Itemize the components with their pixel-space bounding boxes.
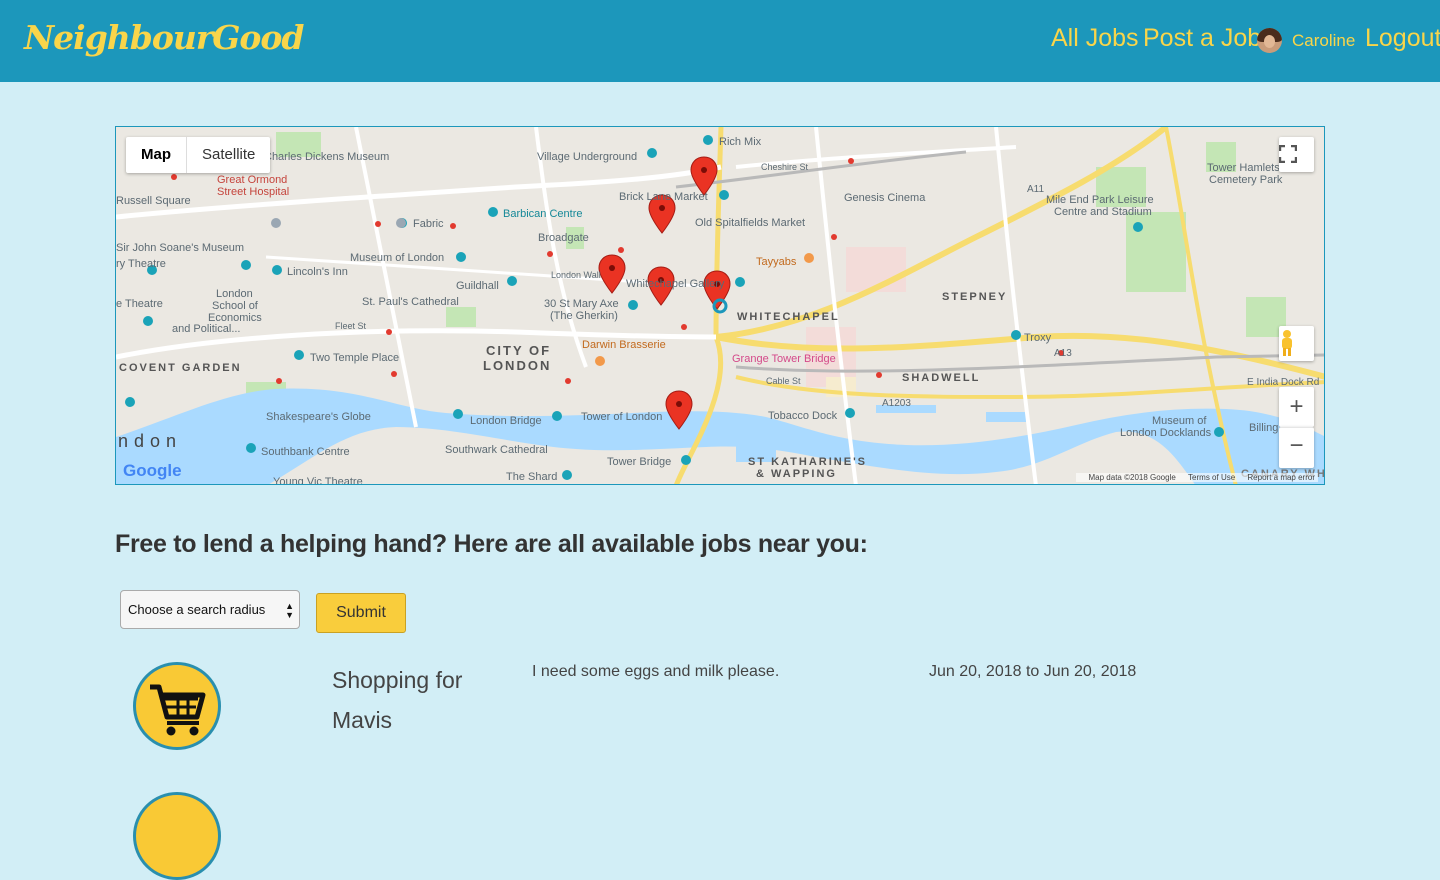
- fullscreen-icon: [1279, 145, 1297, 163]
- map-label: WHITECHAPEL: [737, 311, 840, 323]
- brand-logo[interactable]: NeighbourGood: [24, 18, 305, 57]
- map-label: Billing: [1249, 422, 1278, 434]
- map-label: Cemetery Park: [1209, 174, 1283, 186]
- map-label: and Political...: [172, 323, 240, 335]
- nav-post-job[interactable]: Post a Job: [1143, 24, 1261, 53]
- map-label: Lincoln's Inn: [287, 266, 348, 278]
- map-label: London Wall: [551, 270, 601, 280]
- map-label: Fabric: [413, 218, 444, 230]
- map-label: e Theatre: [116, 298, 163, 310]
- map-label: Rich Mix: [719, 136, 762, 148]
- map-label: Old Spitalfields Market: [695, 217, 805, 229]
- map-label: Charles Dickens Museum: [264, 151, 389, 163]
- map-label: COVENT GARDEN: [119, 362, 242, 374]
- map-label: Genesis Cinema: [844, 192, 926, 204]
- map-label: Tower Hamlets: [1207, 162, 1280, 174]
- next-job-icon: [133, 792, 221, 880]
- search-radius-select[interactable]: Choose a search radius ▲ ▼: [120, 590, 300, 629]
- map-label: Museum of London: [350, 252, 444, 264]
- report-map-error-link[interactable]: Report a map error: [1247, 473, 1315, 482]
- map-data-attribution: Map data ©2018 Google: [1088, 473, 1176, 482]
- map-label: Sir John Soane's Museum: [116, 242, 244, 254]
- map-type-map-button[interactable]: Map: [126, 137, 187, 173]
- map-label: Barbican Centre: [503, 208, 583, 220]
- select-arrows-icon: ▲ ▼: [285, 601, 294, 620]
- street-view-pegman[interactable]: [1279, 326, 1314, 361]
- map-label: ST KATHARINE'S: [748, 456, 867, 468]
- map-label: Tower of London: [581, 411, 662, 423]
- map-label: Darwin Brasserie: [582, 339, 666, 351]
- map-label: School of: [212, 300, 259, 312]
- map-canvas[interactable]: Charles Dickens Museum Great Ormond Stre…: [116, 127, 1325, 485]
- map-label: Young Vic Theatre: [273, 476, 363, 485]
- zoom-out-button[interactable]: −: [1279, 427, 1314, 468]
- map-label: & WAPPING: [756, 468, 837, 480]
- map-label: SHADWELL: [902, 372, 980, 384]
- map-label: Village Underground: [537, 151, 637, 163]
- map-label: London Docklands: [1120, 427, 1212, 439]
- plus-icon: +: [1289, 393, 1304, 420]
- map-label: Southbank Centre: [261, 446, 350, 458]
- google-logo[interactable]: Google: [123, 461, 182, 481]
- nav-all-jobs[interactable]: All Jobs: [1051, 24, 1139, 53]
- terms-of-use-link[interactable]: Terms of Use: [1188, 473, 1235, 482]
- map-label: Southwark Cathedral: [445, 444, 548, 456]
- map-label: Broadgate: [538, 232, 589, 244]
- jobs-map[interactable]: Charles Dickens Museum Great Ormond Stre…: [115, 126, 1325, 485]
- map-label: STEPNEY: [942, 291, 1007, 303]
- zoom-in-button[interactable]: +: [1279, 387, 1314, 427]
- map-label: Grange Tower Bridge: [732, 353, 836, 365]
- map-label: The Shard: [506, 471, 557, 483]
- submit-button[interactable]: Submit: [316, 593, 406, 633]
- map-label: Brick Lane Market: [619, 191, 708, 203]
- map-label: Guildhall: [456, 280, 499, 292]
- map-label: A1203: [882, 398, 911, 409]
- map-label: Tower Bridge: [607, 456, 671, 468]
- fullscreen-button[interactable]: [1279, 137, 1314, 172]
- page-heading: Free to lend a helping hand? Here are al…: [115, 530, 868, 558]
- map-label: Tobacco Dock: [768, 410, 838, 422]
- map-label: LONDON: [483, 358, 551, 373]
- job-description: I need some eggs and milk please.: [532, 663, 780, 680]
- map-label: ry Theatre: [116, 258, 166, 270]
- map-label: Museum of: [1152, 415, 1207, 427]
- map-label: Street Hospital: [217, 186, 289, 198]
- user-avatar[interactable]: [1257, 28, 1282, 53]
- map-type-control: Map Satellite: [126, 137, 271, 173]
- cart-graphic: [150, 684, 206, 736]
- map-label: A13: [1054, 348, 1072, 359]
- minus-icon: −: [1289, 432, 1304, 459]
- map-label: Great Ormond: [217, 174, 287, 186]
- map-label: Russell Square: [116, 195, 191, 207]
- search-radius-value: Choose a search radius: [128, 602, 266, 617]
- map-label: ndon: [118, 431, 182, 451]
- map-label: A11: [1027, 184, 1044, 195]
- map-label: Cheshire St: [761, 162, 809, 172]
- map-label: Troxy: [1024, 332, 1052, 344]
- map-label: Tayyabs: [756, 256, 797, 268]
- map-label: Centre and Stadium: [1054, 206, 1152, 218]
- map-label: (The Gherkin): [550, 310, 618, 322]
- map-type-satellite-button[interactable]: Satellite: [187, 137, 270, 173]
- nav-logout[interactable]: Logout: [1365, 24, 1440, 53]
- map-label: Mile End Park Leisure: [1046, 194, 1154, 206]
- map-label: Cable St: [766, 376, 801, 386]
- map-label: London Bridge: [470, 415, 542, 427]
- map-label: Whitechapel Gallery: [626, 278, 725, 290]
- map-label: St. Paul's Cathedral: [362, 296, 459, 308]
- map-label: 30 St Mary Axe: [544, 298, 619, 310]
- nav-user-name[interactable]: Caroline: [1292, 31, 1355, 51]
- shopping-cart-icon: [133, 662, 221, 750]
- map-label: Shakespeare's Globe: [266, 411, 371, 423]
- map-label: CITY OF: [486, 343, 551, 358]
- pegman-icon: [1282, 330, 1292, 356]
- job-title[interactable]: Shopping for Mavis: [332, 660, 482, 740]
- map-label: London: [216, 288, 253, 300]
- navbar: NeighbourGood All Jobs Post a Job Caroli…: [0, 0, 1440, 82]
- map-label: Fleet St: [335, 321, 367, 331]
- map-footer: Map data ©2018 Google Terms of Use Repor…: [1075, 473, 1318, 482]
- map-label: Two Temple Place: [310, 352, 399, 364]
- job-dates: Jun 20, 2018 to Jun 20, 2018: [929, 663, 1137, 680]
